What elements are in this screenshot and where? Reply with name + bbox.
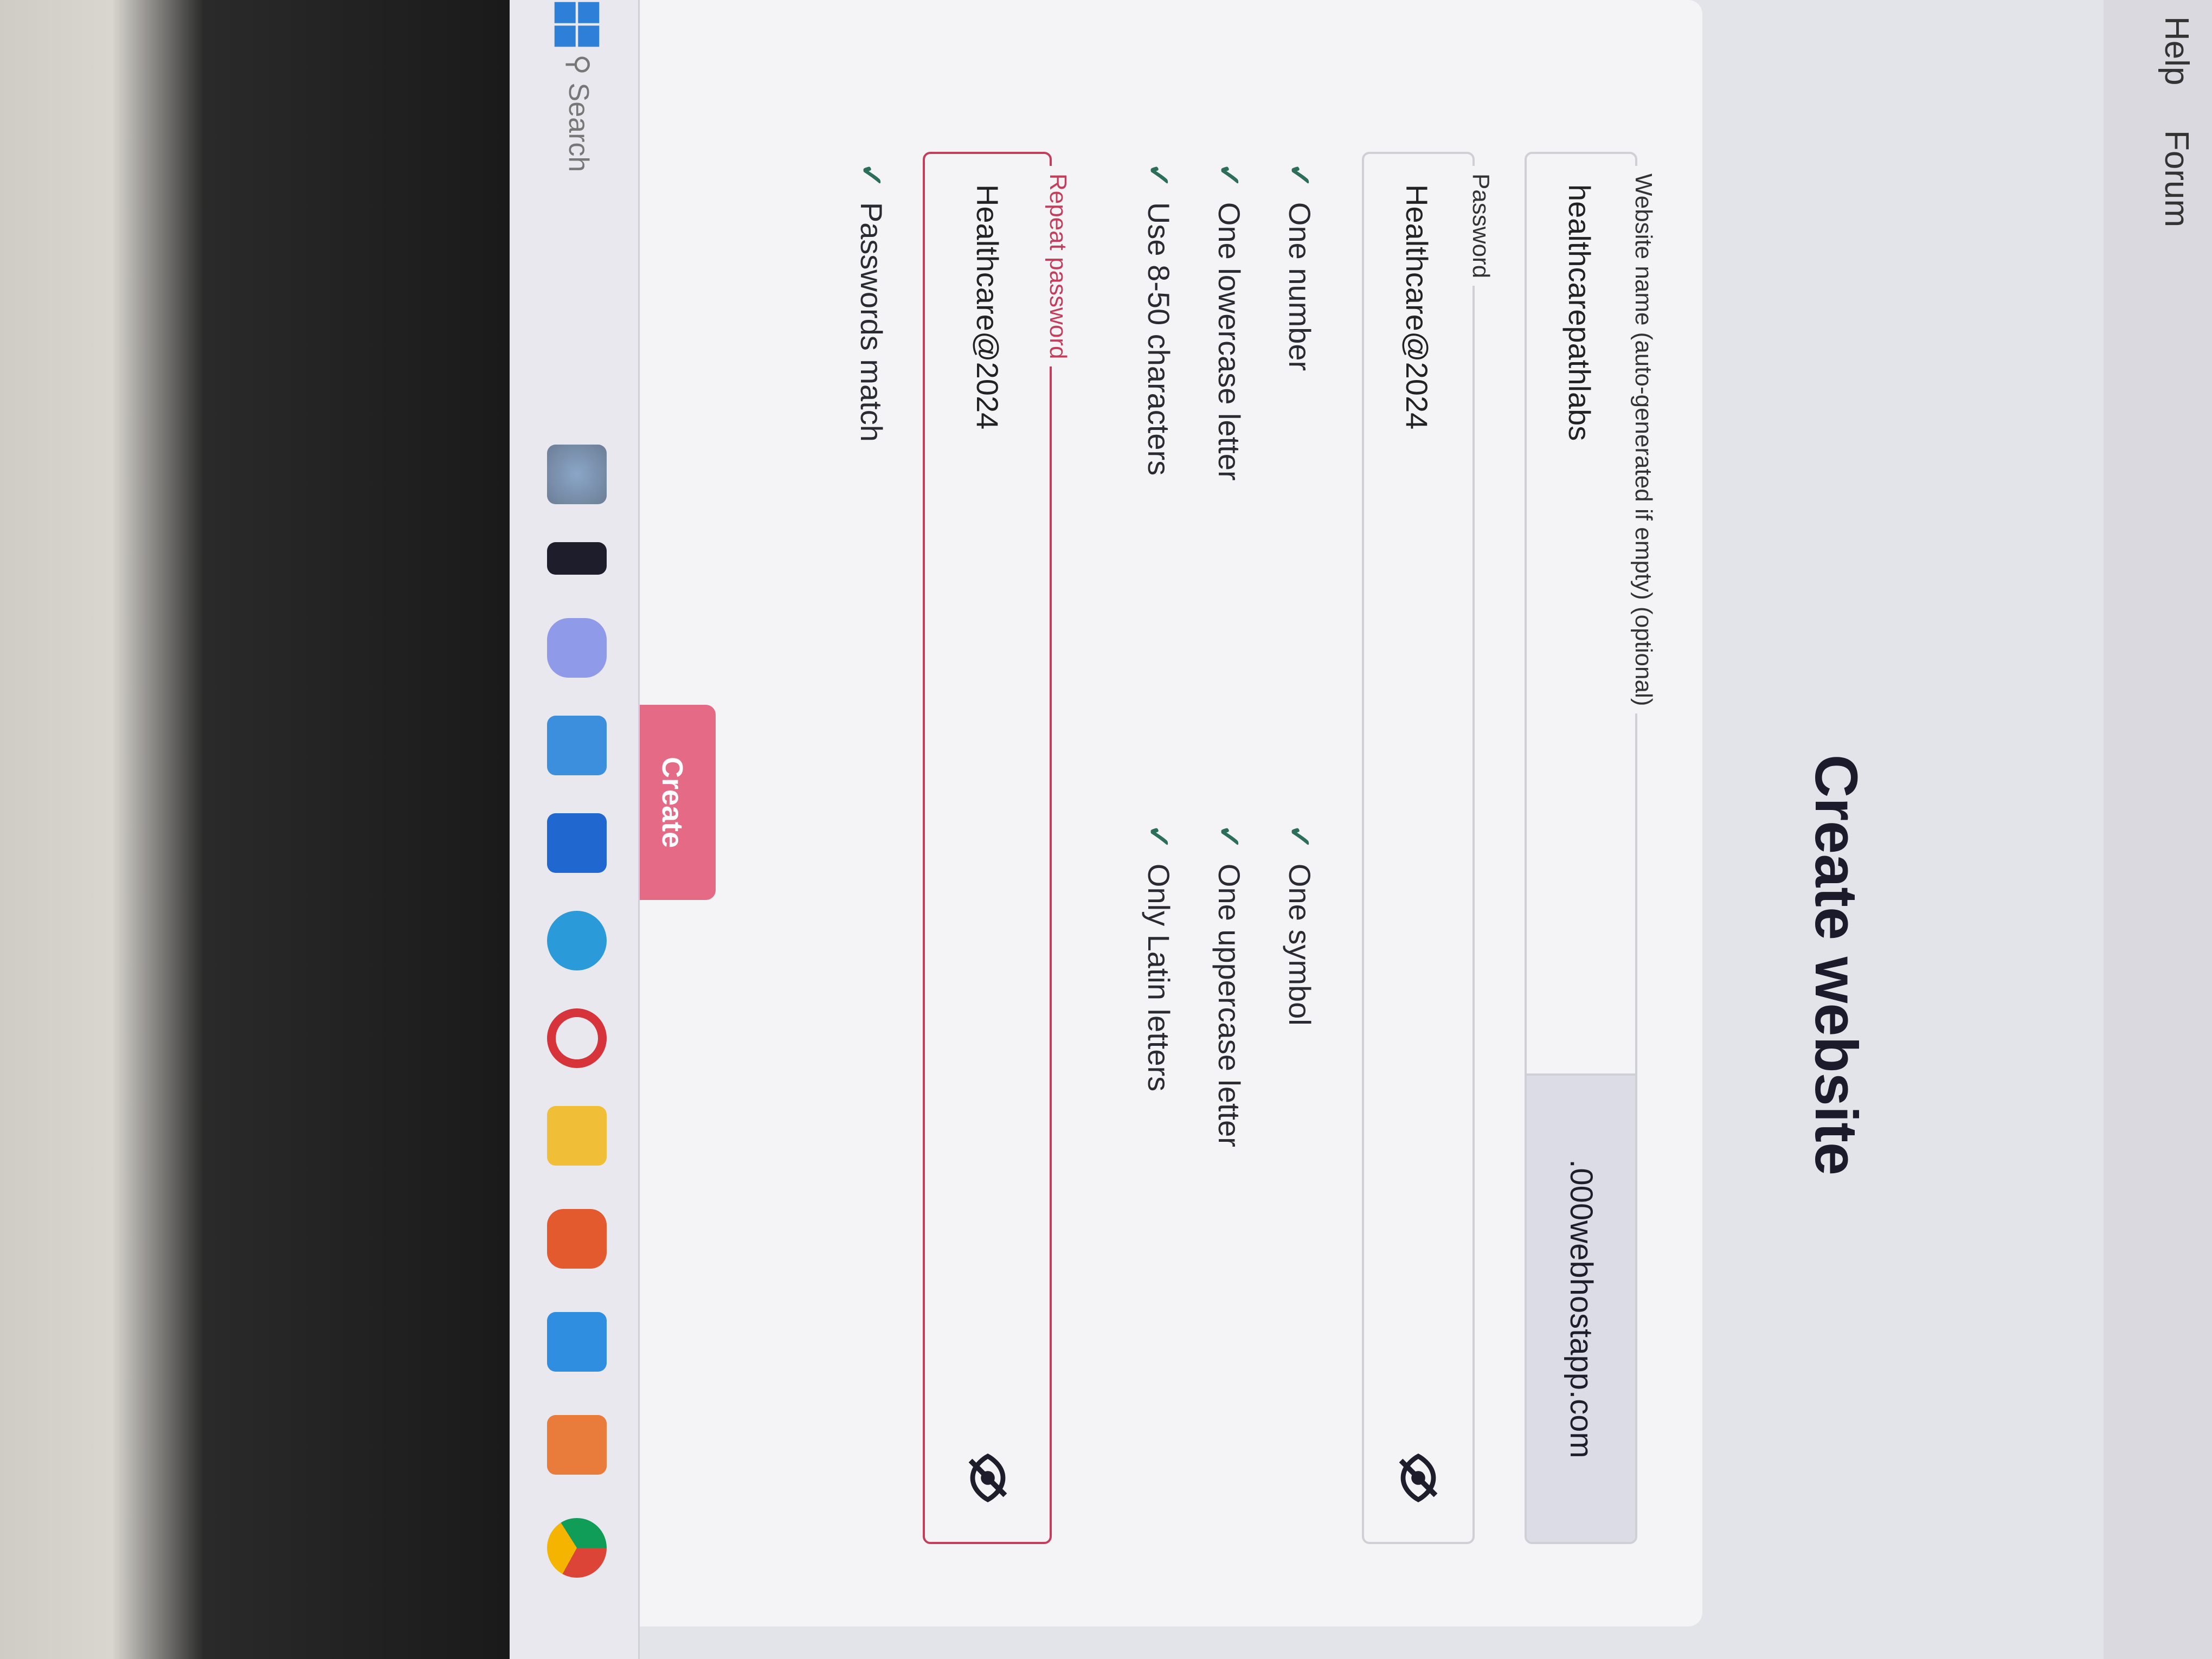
opera-icon[interactable]	[547, 1008, 607, 1068]
taskbar: ⚲ Search	[508, 0, 640, 1659]
requirement-item: ✓Use 8-50 characters	[1142, 163, 1176, 476]
website-name-field[interactable]: Website name (auto-generated if empty) (…	[1525, 152, 1657, 1544]
chrome-icon[interactable]	[547, 1518, 607, 1578]
page: Create website Website name (auto-genera…	[542, 0, 2104, 1659]
top-nav: Help Forum	[2104, 0, 2212, 1659]
eye-off-icon[interactable]	[962, 1452, 1014, 1504]
check-icon: ✓	[854, 163, 889, 188]
check-icon: ✓	[1142, 163, 1176, 188]
l-app-icon[interactable]	[547, 813, 607, 873]
check-icon: ✓	[1142, 824, 1176, 850]
create-website-form: Website name (auto-generated if empty) (…	[542, 0, 1702, 1626]
password-label: Password	[1467, 166, 1494, 286]
edge-icon[interactable]	[547, 911, 607, 970]
requirement-item: ✓Only Latin letters	[1142, 824, 1176, 1092]
brave-icon[interactable]	[547, 1209, 607, 1269]
check-icon: ✓	[1283, 824, 1317, 850]
vscode-icon[interactable]	[547, 1312, 607, 1372]
nav-forum-link[interactable]: Forum	[2157, 130, 2196, 227]
requirement-item: ✓One uppercase letter	[1212, 824, 1246, 1147]
check-icon: ✓	[1283, 163, 1317, 188]
eye-off-icon[interactable]	[1392, 1452, 1444, 1504]
widgets-icon[interactable]	[547, 445, 607, 504]
windows-start-icon[interactable]	[547, 0, 607, 54]
password-field[interactable]: Password Healthcare@2024	[1362, 152, 1494, 1544]
xampp-icon[interactable]	[547, 1415, 607, 1475]
create-button[interactable]: Create	[629, 705, 716, 900]
requirement-item: ✓One symbol	[1283, 824, 1317, 1026]
website-name-label: Website name (auto-generated if empty) (…	[1630, 166, 1657, 714]
search-icon: ⚲	[563, 54, 594, 75]
password-input[interactable]: Healthcare@2024	[1399, 184, 1435, 429]
repeat-password-input[interactable]: Healthcare@2024	[970, 184, 1005, 429]
store-icon[interactable]	[547, 716, 607, 775]
check-icon: ✓	[1212, 824, 1246, 850]
check-icon: ✓	[1212, 163, 1246, 188]
repeat-password-label: Repeat password	[1044, 166, 1071, 367]
website-name-input[interactable]: healthcarepathlabs	[1562, 184, 1597, 441]
nav-help-link[interactable]: Help	[2157, 16, 2196, 86]
taskbar-search[interactable]: ⚲ Search	[551, 54, 606, 287]
requirement-item: ✓One lowercase letter	[1212, 163, 1246, 481]
page-title: Create website	[1803, 754, 1869, 1176]
task-view-icon[interactable]	[547, 542, 607, 575]
file-explorer-icon[interactable]	[547, 1106, 607, 1166]
repeat-password-field[interactable]: Repeat password Healthcare@2024	[923, 152, 1071, 1544]
passwords-match-status: ✓Passwords match	[854, 163, 889, 442]
domain-suffix: .000webhostapp.com	[1527, 1073, 1635, 1542]
monitor-bezel	[0, 0, 510, 1659]
requirement-item: ✓One number	[1283, 163, 1317, 371]
copilot-icon[interactable]	[547, 618, 607, 678]
screen: Help Forum Create website Website name (…	[0, 0, 2212, 1659]
